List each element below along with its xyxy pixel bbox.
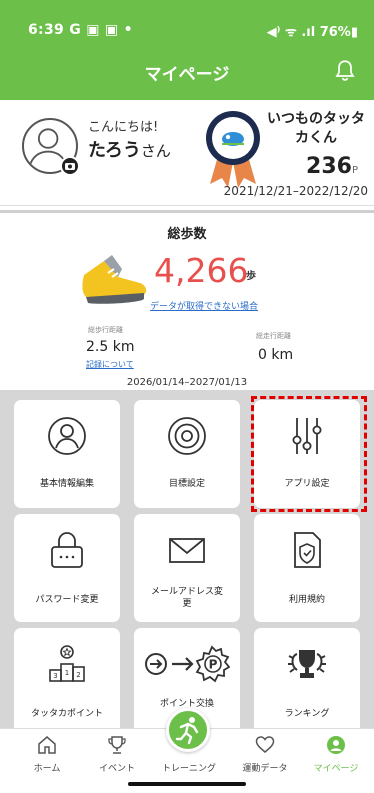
points-period: 2021/12/21–2022/12/20 [223, 184, 368, 198]
nav-mypage-label: マイページ [313, 764, 359, 774]
heart-icon [255, 736, 275, 753]
camera-icon[interactable] [60, 156, 80, 176]
run-distance-value: 0 km [258, 347, 294, 363]
nav-training-label: トレーニング [161, 764, 216, 774]
no-data-link[interactable]: データが取得できない場合 [150, 299, 258, 312]
status-time: 6:39 G ▣ ▣ • [28, 22, 133, 38]
record-info-link[interactable]: 記録について [86, 359, 134, 370]
app-header: 6:39 G ▣ ▣ • ◀⁾ ᯤ .ıl 76%▮ マイページ [0, 0, 374, 100]
menu-password[interactable]: パスワード変更 [14, 514, 120, 622]
nav-mypage[interactable]: マイページ [304, 729, 368, 779]
svg-text:1: 1 [65, 669, 69, 677]
bell-icon[interactable] [332, 58, 358, 84]
nav-event-label: イベント [98, 764, 135, 774]
home-indicator [128, 782, 246, 786]
user-name: たろうさん [88, 140, 171, 161]
run-distance-label: 総走行距離 [256, 332, 291, 340]
menu-password-label: パスワード変更 [35, 595, 99, 605]
steps-value: 4,266 [154, 251, 249, 290]
svg-text:3: 3 [53, 672, 57, 680]
lock-icon [51, 532, 83, 568]
nav-home-label: ホーム [33, 764, 61, 774]
podium-icon: 1 3 2 [49, 645, 85, 682]
svg-text:P: P [209, 658, 218, 672]
svg-text:2: 2 [76, 671, 80, 679]
greeting-text: こんにちは! [88, 120, 159, 135]
mypage-user-icon [327, 736, 345, 754]
user-circle-icon [48, 417, 86, 455]
status-system-icons: ◀⁾ ᯤ .ıl 76%▮ [266, 25, 358, 40]
steps-unit: 歩 [246, 271, 256, 282]
medal-icon [206, 111, 260, 188]
event-trophy-icon [108, 736, 126, 754]
menu-tattaka-points[interactable]: 1 3 2 タッタカポイント [14, 628, 120, 736]
highlight-app-settings [251, 396, 367, 512]
trophy-icon [288, 650, 326, 678]
menu-goal-label: 目標設定 [168, 479, 205, 489]
menu-email[interactable]: メールアドレス変 更 [134, 514, 240, 622]
menu-email-label: メールアドレス変 更 [150, 587, 223, 609]
menu-goal[interactable]: 目標設定 [134, 400, 240, 508]
nav-home[interactable]: ホーム [18, 729, 76, 779]
profile-card: こんにちは! たろうさん いつものタッタカくん 236P 2021/12/21–… [0, 100, 374, 206]
training-fab[interactable] [166, 708, 210, 752]
points-exchange-icon: P [145, 645, 230, 683]
menu-basic-info-label: 基本情報編集 [39, 479, 94, 489]
target-icon [168, 417, 206, 455]
shield-document-icon [294, 532, 321, 568]
menu-tattaka-points-label: タッタカポイント [30, 709, 103, 719]
status-bar: 6:39 G ▣ ▣ • ◀⁾ ᯤ .ıl 76%▮ [0, 0, 374, 58]
walk-distance-value: 2.5 km [86, 339, 135, 355]
menu-terms[interactable]: 利用規約 [254, 514, 360, 622]
menu-terms-label: 利用規約 [288, 595, 325, 605]
page-title: マイページ [144, 65, 230, 85]
steps-period: 2026/01/14–2027/01/13 [126, 377, 248, 388]
steps-title: 総歩数 [167, 227, 207, 242]
steps-card: 総歩数 4,266 歩 データが取得できない場合 総歩行距離 2.5 km 記録… [0, 210, 374, 390]
home-icon [38, 736, 56, 754]
menu-basic-info[interactable]: 基本情報編集 [14, 400, 120, 508]
menu-ranking-label: ランキング [284, 709, 330, 719]
envelope-icon [169, 538, 205, 563]
running-shoe-icon [82, 255, 147, 304]
nav-activity[interactable]: 運動データ [230, 729, 300, 779]
runner-icon [175, 717, 199, 745]
points-value: 236P [306, 154, 358, 179]
walk-distance-label: 総歩行距離 [88, 326, 123, 334]
nav-activity-label: 運動データ [242, 764, 288, 774]
menu-ranking[interactable]: ランキング [254, 628, 360, 736]
points-name: いつものタッタカくん [267, 111, 365, 146]
nav-event[interactable]: イベント [84, 729, 150, 779]
